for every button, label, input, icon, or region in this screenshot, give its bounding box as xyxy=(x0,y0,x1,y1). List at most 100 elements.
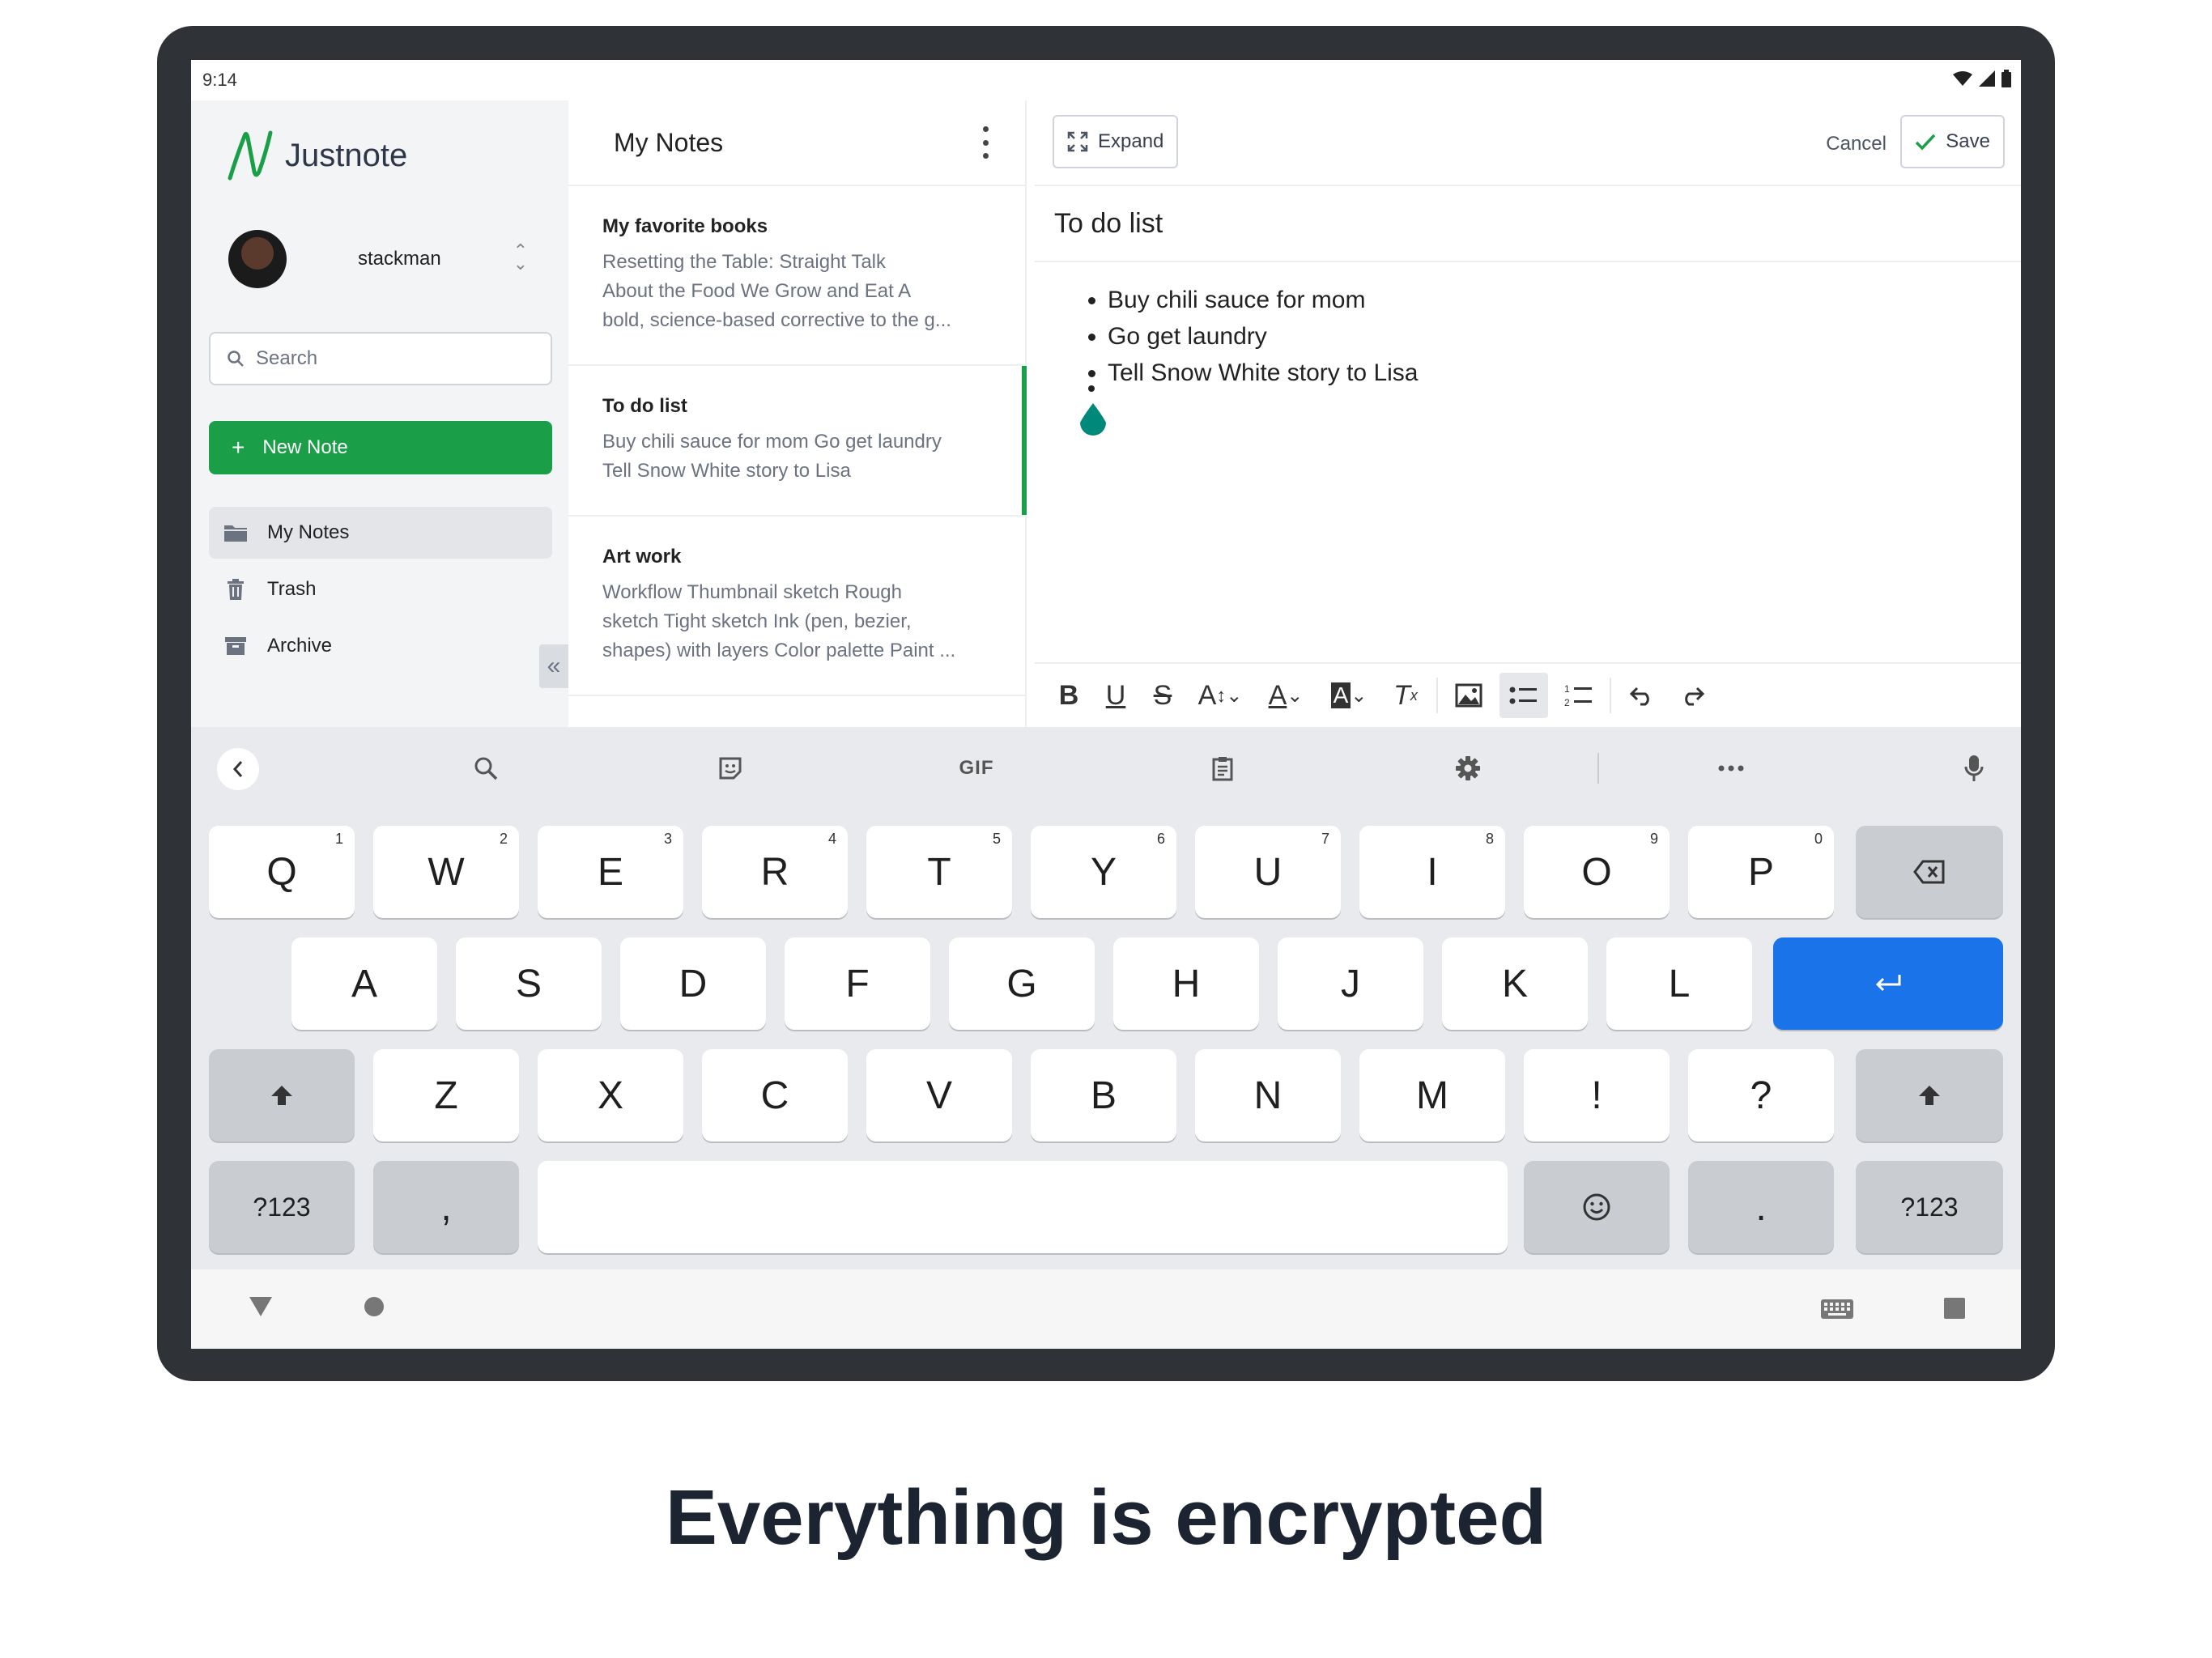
trash-icon xyxy=(223,579,248,600)
key-v[interactable]: V xyxy=(866,1049,1012,1141)
symbols-key-right[interactable]: ?123 xyxy=(1856,1161,2003,1253)
key-m[interactable]: M xyxy=(1359,1049,1505,1141)
list-item[interactable]: My favorite books Resetting the Table: S… xyxy=(568,186,1025,366)
key-j[interactable]: J xyxy=(1278,937,1423,1030)
key-u[interactable]: U7 xyxy=(1195,826,1341,918)
key-g[interactable]: G xyxy=(949,937,1095,1030)
key-o[interactable]: O9 xyxy=(1524,826,1670,918)
list-item: Go get laundry xyxy=(1108,318,1418,355)
image-icon[interactable] xyxy=(1449,673,1488,718)
formatting-toolbar: B U S A ↕⌄ A ⌄ A ⌄ Tx 12 xyxy=(1035,662,2021,727)
backspace-key[interactable] xyxy=(1856,826,2003,918)
chevron-left-icon[interactable] xyxy=(217,748,259,790)
save-button[interactable]: Save xyxy=(1900,115,2005,168)
sidebar-item-trash[interactable]: Trash xyxy=(209,563,552,615)
redo-icon[interactable] xyxy=(1673,673,1712,718)
key-b[interactable]: B xyxy=(1031,1049,1176,1141)
key-a[interactable]: A xyxy=(291,937,437,1030)
status-bar: 9:14 xyxy=(191,60,2021,100)
more-icon[interactable] xyxy=(1715,748,1747,789)
key-exclamation[interactable]: ! xyxy=(1524,1049,1670,1141)
new-note-button[interactable]: + New Note xyxy=(209,421,552,474)
status-time: 9:14 xyxy=(202,70,237,90)
keyboard-toolbar: GIF xyxy=(191,727,2021,808)
highlight-icon[interactable]: A ⌄ xyxy=(1323,673,1375,718)
gif-button[interactable]: GIF xyxy=(952,748,1001,789)
user-switcher[interactable]: stackman ⌃ ⌄ xyxy=(228,228,544,290)
folder-icon xyxy=(223,522,248,543)
clipboard-icon[interactable] xyxy=(1206,748,1239,789)
more-options-icon[interactable] xyxy=(981,126,989,159)
sidebar-item-archive[interactable]: Archive xyxy=(209,620,552,672)
sticker-icon[interactable] xyxy=(714,748,747,789)
key-p[interactable]: P0 xyxy=(1688,826,1834,918)
note-list-title: My Notes xyxy=(614,127,724,157)
check-icon xyxy=(1916,134,1936,151)
avatar xyxy=(228,230,287,288)
text-color-icon[interactable]: A ⌄ xyxy=(1260,673,1312,718)
font-size-icon[interactable]: A ↕⌄ xyxy=(1192,673,1249,718)
key-r[interactable]: R4 xyxy=(702,826,848,918)
undo-icon[interactable] xyxy=(1623,673,1661,718)
key-d[interactable]: D xyxy=(620,937,766,1030)
note-body-editor[interactable]: Buy chili sauce for mom Go get laundry T… xyxy=(1035,262,2021,646)
back-triangle-icon[interactable] xyxy=(248,1295,274,1318)
tablet-frame: 9:14 Justnote stackman ⌃ ⌄ Search + New … xyxy=(157,26,2055,1381)
emoji-key[interactable] xyxy=(1524,1161,1670,1253)
clear-format-icon[interactable]: Tx xyxy=(1386,673,1425,718)
toolbar-divider xyxy=(1436,678,1438,713)
sidebar-item-my-notes[interactable]: My Notes xyxy=(209,507,552,559)
key-y[interactable]: Y6 xyxy=(1031,826,1176,918)
expand-button[interactable]: Expand xyxy=(1053,115,1179,168)
strikethrough-icon[interactable]: S xyxy=(1145,673,1180,718)
on-screen-keyboard: GIF Q1 W2 E3 R4 T5 Y6 U 7 I 8 O 9 P 0 A … xyxy=(191,727,2021,1269)
recents-square-icon[interactable] xyxy=(1943,1297,1966,1320)
sidebar-item-label: Trash xyxy=(267,578,317,600)
key-h[interactable]: H xyxy=(1113,937,1259,1030)
symbols-key-left[interactable]: ?123 xyxy=(209,1161,355,1253)
key-w[interactable]: W2 xyxy=(373,826,519,918)
key-q[interactable]: Q1 xyxy=(209,826,355,918)
key-t[interactable]: T5 xyxy=(866,826,1012,918)
space-key[interactable] xyxy=(538,1161,1508,1253)
key-c[interactable]: C xyxy=(702,1049,848,1141)
bold-icon[interactable]: B xyxy=(1051,673,1087,718)
key-l[interactable]: L xyxy=(1606,937,1752,1030)
key-e[interactable]: E3 xyxy=(538,826,683,918)
keyboard-icon[interactable] xyxy=(1820,1299,1854,1320)
list-item-selected[interactable]: To do list Buy chili sauce for mom Go ge… xyxy=(568,366,1027,517)
text-cursor-handle-icon[interactable] xyxy=(1077,402,1109,439)
key-question[interactable]: ? xyxy=(1688,1049,1834,1141)
key-i[interactable]: I8 xyxy=(1359,826,1505,918)
toolbar-divider xyxy=(1610,678,1611,713)
gear-icon[interactable] xyxy=(1452,748,1484,789)
key-f[interactable]: F xyxy=(785,937,930,1030)
key-z[interactable]: Z xyxy=(373,1049,519,1141)
bulleted-list-icon[interactable] xyxy=(1499,673,1548,718)
key-n[interactable]: N xyxy=(1195,1049,1341,1141)
battery-icon xyxy=(2001,70,2011,87)
shift-key-right[interactable] xyxy=(1856,1049,2003,1141)
search-icon[interactable] xyxy=(470,748,502,789)
home-circle-icon[interactable] xyxy=(363,1295,385,1318)
enter-key[interactable] xyxy=(1773,937,2003,1030)
microphone-icon[interactable] xyxy=(1958,748,1990,789)
search-input[interactable]: Search xyxy=(209,332,552,385)
bullet-list: Buy chili sauce for mom Go get laundry T… xyxy=(1108,282,1418,391)
double-chevron-left-icon: « xyxy=(547,653,561,679)
key-period[interactable]: . xyxy=(1688,1161,1834,1253)
shift-icon xyxy=(271,1086,292,1105)
underline-icon[interactable]: U xyxy=(1098,673,1134,718)
key-k[interactable]: K xyxy=(1442,937,1588,1030)
key-comma[interactable]: , xyxy=(373,1161,519,1253)
collapse-sidebar-button[interactable]: « xyxy=(539,644,568,688)
shift-key-left[interactable] xyxy=(209,1049,355,1141)
numbered-list-icon[interactable]: 12 xyxy=(1559,673,1598,718)
note-preview-line: Workflow Thumbnail sketch Rough xyxy=(602,581,902,603)
note-title-field[interactable]: To do list xyxy=(1035,186,2021,262)
cancel-button[interactable]: Cancel xyxy=(1826,133,1887,155)
key-x[interactable]: X xyxy=(538,1049,683,1141)
wifi-icon xyxy=(1953,71,1972,86)
key-s[interactable]: S xyxy=(456,937,602,1030)
list-item[interactable]: Art work Workflow Thumbnail sketch Rough… xyxy=(568,517,1025,696)
